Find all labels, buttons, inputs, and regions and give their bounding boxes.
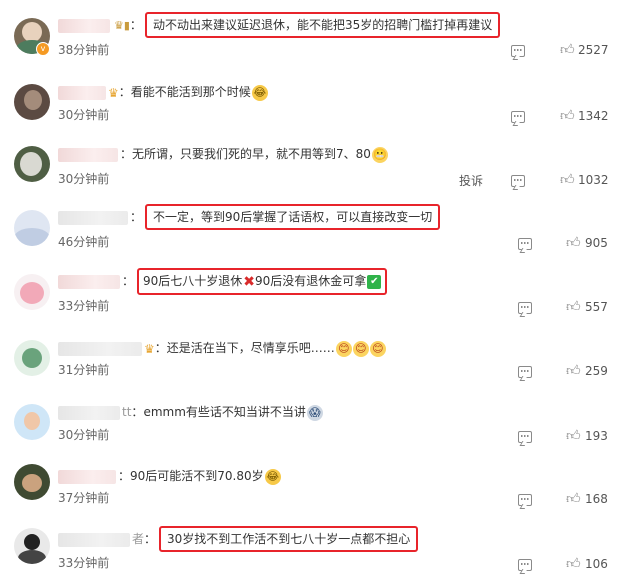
comment-text: 90后可能活不到70.80岁	[130, 469, 264, 483]
comment-time: 37分钟前	[58, 491, 110, 505]
comment-item: ： 90后七八十岁退休✖90后没有退休金可拿 ✔ 33分钟前 👍︎ 557	[0, 256, 621, 320]
crown-icon: ♛▮	[114, 18, 130, 32]
comment-icon[interactable]	[518, 559, 532, 571]
smiling-emoji-icon: 😊	[369, 340, 386, 357]
highlighted-comment-text: 不一定，等到90后掌握了话语权，可以直接改变一切	[145, 204, 441, 230]
comment-time: 31分钟前	[58, 363, 110, 377]
username[interactable]	[58, 469, 116, 484]
username[interactable]	[58, 85, 106, 100]
username[interactable]	[58, 532, 130, 547]
avatar[interactable]	[14, 274, 50, 310]
comment-text: 还是活在当下，尽情享乐吧……	[166, 341, 335, 355]
thumbs-up-icon[interactable]: 👍︎	[560, 107, 575, 124]
comment-icon[interactable]	[518, 494, 532, 506]
thumbs-up-icon[interactable]: 👍︎	[566, 362, 581, 379]
comment-icon[interactable]	[511, 175, 525, 187]
thumbs-up-icon[interactable]: 👍︎	[566, 427, 581, 444]
comment-icon[interactable]	[518, 238, 532, 250]
like-count: 1342	[578, 109, 609, 123]
comment-text-part: 90后七八十岁退休	[143, 274, 243, 288]
crown-icon: ♛	[108, 85, 119, 100]
comment-icon[interactable]	[518, 366, 532, 378]
comment-icon[interactable]	[511, 111, 525, 123]
comment-icon[interactable]	[518, 431, 532, 443]
like-count: 259	[585, 364, 608, 378]
thumbs-up-icon[interactable]: 👍︎	[566, 298, 581, 315]
avatar[interactable]	[14, 404, 50, 440]
comment-time: 30分钟前	[58, 172, 110, 186]
comment-time: 33分钟前	[58, 299, 110, 313]
comment-time: 33分钟前	[58, 556, 110, 570]
comment-text: 无所谓，只要我们死的早，就不用等到7、80	[132, 147, 371, 161]
avatar[interactable]	[14, 146, 50, 182]
username[interactable]	[58, 18, 110, 33]
like-count: 905	[585, 236, 608, 250]
thumbs-up-icon[interactable]: 👍︎	[566, 490, 581, 507]
laughing-tears-emoji-icon: 😂	[251, 84, 268, 101]
smiling-emoji-icon: 😊	[335, 340, 352, 357]
check-mark-emoji-icon: ✔	[367, 274, 382, 289]
shocked-emoji-icon: 😱	[306, 404, 323, 421]
comment-time: 38分钟前	[58, 43, 110, 57]
highlighted-comment-text: 90后七八十岁退休✖90后没有退休金可拿 ✔	[137, 268, 388, 295]
comment-icon[interactable]	[518, 302, 532, 314]
comment-item: ♛：还是活在当下，尽情享乐吧…… 😊 😊 😊 31分钟前 👍︎ 259	[0, 320, 621, 384]
comment-time: 46分钟前	[58, 235, 110, 249]
highlighted-comment-text: 动不动出来建议延迟退休，能不能把35岁的招聘门槛打掉再建议	[144, 12, 501, 38]
comment-text-part: 90后没有退休金可拿	[255, 274, 367, 288]
verified-badge-icon: v	[36, 42, 50, 56]
comment-item: 者： 30岁找不到工作活不到七八十岁一点都不担心 33分钟前 👍︎ 106	[0, 512, 621, 576]
thumbs-up-icon[interactable]: 👍︎	[566, 234, 581, 251]
comment-item: tt：emmm有些话不知当讲不当讲 😱 30分钟前 👍︎ 193	[0, 384, 621, 448]
crown-icon: ♛	[144, 341, 155, 356]
username[interactable]	[58, 341, 142, 356]
avatar[interactable]	[14, 84, 50, 120]
avatar[interactable]	[14, 340, 50, 376]
blushing-emoji-icon: 😬	[371, 146, 388, 163]
avatar[interactable]	[14, 528, 50, 564]
avatar[interactable]	[14, 464, 50, 500]
like-count: 2527	[578, 43, 609, 57]
comment-item: ：90后可能活不到70.80岁 😂 37分钟前 👍︎ 168	[0, 448, 621, 512]
comment-item: v ♛▮： 动不动出来建议延迟退休，能不能把35岁的招聘门槛打掉再建议 38分钟前…	[0, 0, 621, 64]
like-count: 193	[585, 429, 608, 443]
username[interactable]	[58, 147, 118, 162]
like-count: 168	[585, 492, 608, 506]
like-count: 1032	[578, 173, 609, 187]
comment-item: ：不一定，等到90后掌握了话语权，可以直接改变一切 46分钟前 👍︎ 905	[0, 192, 621, 256]
comment-time: 30分钟前	[58, 428, 110, 442]
comment-item: ：无所谓，只要我们死的早，就不用等到7、80 😬 30分钟前 投诉 👍︎ 1032	[0, 128, 621, 192]
comment-text: emmm有些话不知当讲不当讲	[143, 405, 306, 419]
avatar[interactable]	[14, 210, 50, 246]
username[interactable]	[58, 210, 128, 225]
comment-item: ♛：看能不能活到那个时候 😂 30分钟前 👍︎ 1342	[0, 64, 621, 128]
username-suffix: 者	[132, 532, 145, 546]
username[interactable]	[58, 274, 120, 289]
thumbs-up-icon[interactable]: 👍︎	[560, 171, 575, 188]
laughing-tears-emoji-icon: 😂	[264, 468, 281, 485]
comment-icon[interactable]	[511, 45, 525, 57]
like-count: 557	[585, 300, 608, 314]
report-link[interactable]: 投诉	[459, 172, 483, 189]
username-suffix: tt	[122, 405, 132, 419]
highlighted-comment-text: 30岁找不到工作活不到七八十岁一点都不担心	[159, 526, 419, 552]
thumbs-up-icon[interactable]: 👍︎	[560, 41, 575, 58]
username[interactable]	[58, 405, 120, 420]
comment-time: 30分钟前	[58, 108, 110, 122]
comment-text: 看能不能活到那个时候	[130, 85, 251, 99]
cross-mark-emoji-icon: ✖	[243, 273, 256, 290]
like-count: 106	[585, 557, 608, 571]
smiling-emoji-icon: 😊	[352, 340, 369, 357]
thumbs-up-icon[interactable]: 👍︎	[566, 555, 581, 572]
